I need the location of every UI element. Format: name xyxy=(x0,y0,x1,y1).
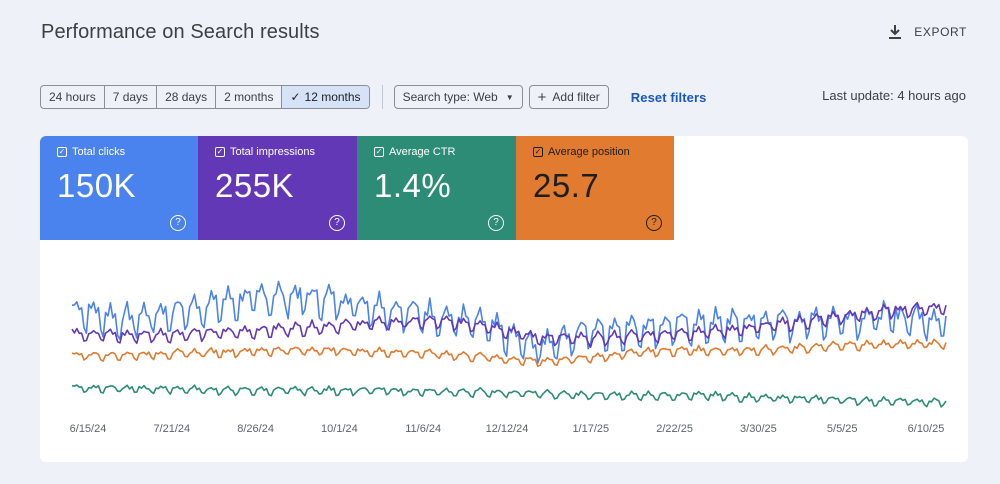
metric-value: 255K xyxy=(215,167,295,204)
range-24-hours[interactable]: 24 hours xyxy=(41,86,105,108)
metric-card-total-clicks[interactable]: ✓ Total clicks 150K ? xyxy=(40,136,198,240)
x-tick-label: 5/5/25 xyxy=(827,423,858,435)
metric-value: 25.7 xyxy=(533,167,600,204)
range-12-months[interactable]: ✓ 12 months xyxy=(282,86,369,108)
help-icon[interactable]: ? xyxy=(646,215,662,231)
metric-card-total-impressions[interactable]: ✓ Total impressions 255K ? xyxy=(198,136,357,240)
x-tick-label: 11/6/24 xyxy=(405,423,441,435)
performance-card: ✓ Total clicks 150K ? ✓ Total impressions … xyxy=(40,136,968,462)
reset-filters-link[interactable]: Reset filters xyxy=(631,90,707,105)
x-tick-label: 7/21/24 xyxy=(153,423,190,435)
search-type-label: Search type: Web xyxy=(402,90,498,104)
range-2-months[interactable]: 2 months xyxy=(216,86,283,108)
x-tick-label: 6/15/24 xyxy=(70,423,107,435)
x-tick-label: 6/10/25 xyxy=(908,423,945,435)
range-12-months-label: 12 months xyxy=(304,90,361,104)
metric-label: Total clicks xyxy=(72,146,126,158)
performance-chart[interactable]: 6/15/24 7/21/24 8/26/24 10/1/24 11/6/24 12/12… xyxy=(40,240,968,462)
help-icon[interactable]: ? xyxy=(329,215,345,231)
plus-icon: + xyxy=(537,88,547,106)
metric-label: Average position xyxy=(548,146,630,158)
metric-label: Total impressions xyxy=(230,146,315,158)
series-line-clicks xyxy=(71,280,947,364)
x-tick-label: 12/12/24 xyxy=(486,423,529,435)
metric-card-average-ctr[interactable]: ✓ Average CTR 1.4% ? xyxy=(357,136,516,240)
series-line-position xyxy=(71,338,947,368)
filter-toolbar: 24 hours 7 days 28 days 2 months ✓ 12 mon… xyxy=(40,85,707,109)
caret-down-icon: ▼ xyxy=(505,92,514,102)
range-7-days[interactable]: 7 days xyxy=(105,86,158,108)
export-label: EXPORT xyxy=(914,25,967,39)
help-icon[interactable]: ? xyxy=(488,215,504,231)
export-button[interactable]: EXPORT xyxy=(888,24,967,40)
x-tick-label: 8/26/24 xyxy=(237,423,274,435)
last-update-text: Last update: 4 hours ago xyxy=(822,88,966,103)
metric-label: Average CTR xyxy=(389,146,456,158)
download-icon xyxy=(889,25,902,39)
add-filter-button[interactable]: + Add filter xyxy=(528,85,609,109)
search-type-dropdown[interactable]: Search type: Web ▼ xyxy=(393,85,523,109)
x-tick-label: 2/22/25 xyxy=(656,423,693,435)
x-tick-label: 3/30/25 xyxy=(740,423,777,435)
help-icon[interactable]: ? xyxy=(170,215,186,231)
series-line-ctr xyxy=(71,384,947,408)
add-filter-label: Add filter xyxy=(552,90,600,104)
metric-card-average-position[interactable]: ✓ Average position 25.7 ? xyxy=(516,136,674,240)
checkbox-icon[interactable]: ✓ xyxy=(215,147,225,157)
x-tick-label: 1/17/25 xyxy=(572,423,609,435)
checkbox-icon[interactable]: ✓ xyxy=(533,147,543,157)
x-tick-label: 10/1/24 xyxy=(321,423,358,435)
range-28-days[interactable]: 28 days xyxy=(157,86,217,108)
checkbox-icon[interactable]: ✓ xyxy=(57,147,67,157)
toolbar-divider xyxy=(381,85,383,109)
date-range-selector: 24 hours 7 days 28 days 2 months ✓ 12 mon… xyxy=(40,85,370,109)
checkbox-icon[interactable]: ✓ xyxy=(374,147,384,157)
check-icon: ✓ xyxy=(290,90,301,104)
page-title: Performance on Search results xyxy=(41,21,320,43)
metric-value: 150K xyxy=(57,167,137,204)
metric-value: 1.4% xyxy=(374,167,452,204)
